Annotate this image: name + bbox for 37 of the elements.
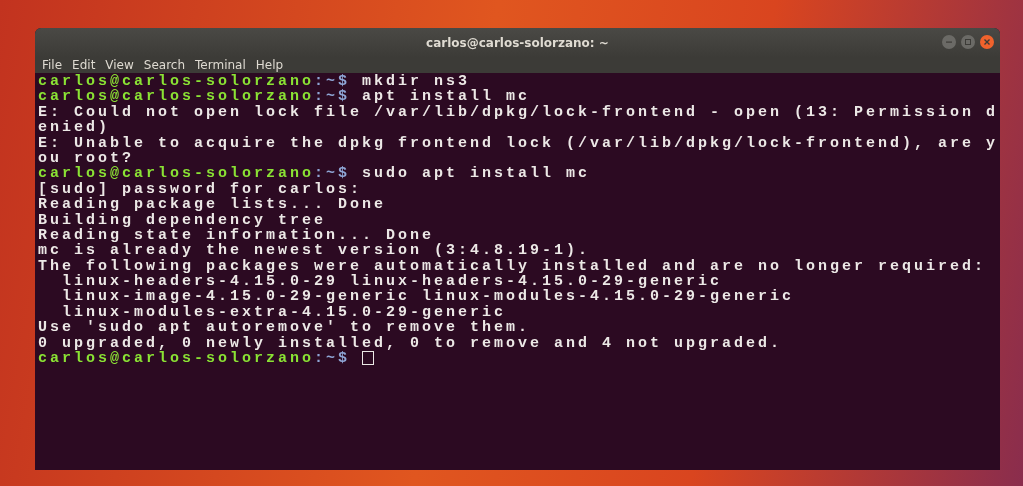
prompt-user-host: carlos@carlos-solorzano (38, 166, 315, 182)
output-text: enied) (38, 120, 110, 136)
output-text: Use 'sudo apt autoremove' to remove them. (38, 320, 531, 336)
text-cursor (362, 351, 375, 366)
prompt-user-host: carlos@carlos-solorzano (38, 351, 315, 367)
menu-item[interactable]: View (105, 58, 134, 72)
output-text: ou root? (38, 150, 134, 167)
output-text: [sudo] password for carlos: (38, 181, 363, 198)
menu-item[interactable]: Search (143, 58, 186, 72)
command-text: sudo apt install mc (361, 166, 591, 182)
prompt-path: :~$ (314, 166, 351, 182)
window-title: carlos@carlos-solorzano: ~ (426, 35, 609, 50)
prompt-user-host: carlos@carlos-solorzano (38, 89, 315, 105)
menu-item[interactable]: Help (255, 58, 284, 72)
prompt-user-host: carlos@carlos-solorzano (38, 74, 315, 90)
close-icon[interactable] (980, 35, 994, 49)
menu-item[interactable]: Terminal (195, 58, 246, 72)
output-text: The following packages were automatically installed and are no longer required: (38, 258, 987, 275)
maximize-icon[interactable] (961, 35, 975, 49)
output-text: Reading state information... Done (38, 227, 435, 244)
prompt-path: :~$ (314, 89, 351, 105)
output-text: mc is already the newest version (3:4.8.19-1). (38, 243, 591, 259)
prompt-path: :~$ (314, 74, 351, 90)
output-text: E: Could not open lock file /var/lib/dpkg/lock-frontend - open (13: Permission d (38, 104, 999, 121)
output-text: linux-headers-4.15.0-29 linux-headers-4.15.0-29-generic (61, 274, 723, 290)
prompt-path: :~$ (314, 351, 351, 367)
command-text: mkdir ns3 (361, 74, 471, 90)
output-text: Building dependency tree (38, 212, 327, 228)
menu-item[interactable]: Edit (72, 58, 96, 72)
output-text: Reading package lists... Done (38, 197, 387, 213)
output-text: E: Unable to acquire the dpkg frontend lock (/var/lib/dpkg/lock-frontend), are y (38, 135, 999, 151)
output-text: linux-modules-extra-4.15.0-29-generic (61, 304, 507, 321)
minimize-icon[interactable] (942, 35, 956, 49)
command-text: apt install mc (361, 89, 531, 105)
output-text: 0 upgraded, 0 newly installed, 0 to remove and 4 not upgraded. (38, 335, 783, 352)
menu-item[interactable]: File (42, 58, 63, 72)
output-text: linux-image-4.15.0-29-generic linux-modules-4.15.0-29-generic (61, 289, 795, 305)
